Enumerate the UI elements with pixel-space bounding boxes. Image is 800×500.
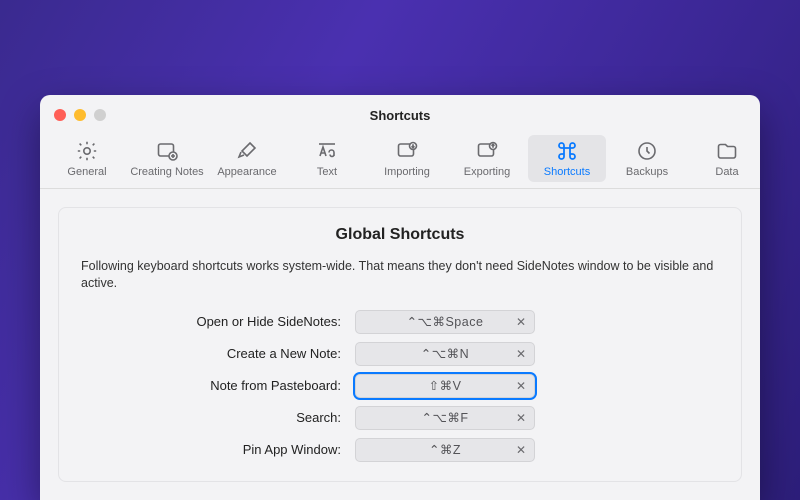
shortcut-row-pin-app-window: Pin App Window: ⌃⌘Z ✕ xyxy=(81,438,719,462)
gear-icon xyxy=(74,139,100,163)
shortcut-label: Create a New Note: xyxy=(81,346,341,361)
tab-shortcuts[interactable]: Shortcuts xyxy=(528,135,606,182)
tab-data[interactable]: Data xyxy=(688,135,760,182)
shortcut-rows: Open or Hide SideNotes: ⌃⌥⌘Space ✕ Creat… xyxy=(81,310,719,462)
tab-label: Importing xyxy=(384,166,430,178)
tab-importing[interactable]: Importing xyxy=(368,135,446,182)
clear-shortcut-button[interactable]: ✕ xyxy=(516,375,526,397)
shortcut-value: ⌃⌥⌘F xyxy=(356,410,534,425)
import-icon xyxy=(394,139,420,163)
panel-description: Following keyboard shortcuts works syste… xyxy=(81,258,719,292)
brush-icon xyxy=(234,139,260,163)
clear-shortcut-button[interactable]: ✕ xyxy=(516,439,526,461)
tab-label: Data xyxy=(715,166,738,178)
shortcut-field[interactable]: ⌃⌘Z ✕ xyxy=(355,438,535,462)
tab-general[interactable]: General xyxy=(48,135,126,182)
tab-label: Backups xyxy=(626,166,668,178)
shortcut-label: Pin App Window: xyxy=(81,442,341,457)
window-title: Shortcuts xyxy=(40,108,760,123)
shortcut-field[interactable]: ⌃⌥⌘Space ✕ xyxy=(355,310,535,334)
shortcut-field[interactable]: ⌃⌥⌘F ✕ xyxy=(355,406,535,430)
content-area: Global Shortcuts Following keyboard shor… xyxy=(40,189,760,500)
tab-backups[interactable]: Backups xyxy=(608,135,686,182)
tab-label: Creating Notes xyxy=(130,166,203,178)
shortcut-value: ⌃⌘Z xyxy=(356,442,534,457)
panel-heading: Global Shortcuts xyxy=(81,226,719,244)
tab-exporting[interactable]: Exporting xyxy=(448,135,526,182)
tab-label: General xyxy=(67,166,106,178)
clear-shortcut-button[interactable]: ✕ xyxy=(516,311,526,333)
clear-shortcut-button[interactable]: ✕ xyxy=(516,343,526,365)
note-add-icon xyxy=(154,139,180,163)
shortcut-field[interactable]: ⌃⌥⌘N ✕ xyxy=(355,342,535,366)
titlebar: Shortcuts xyxy=(40,95,760,135)
zoom-window-button[interactable] xyxy=(94,109,106,121)
shortcut-value: ⌃⌥⌘N xyxy=(356,346,534,361)
preferences-window: Shortcuts General Creating Notes xyxy=(40,95,760,500)
shortcut-label: Search: xyxy=(81,410,341,425)
global-shortcuts-panel: Global Shortcuts Following keyboard shor… xyxy=(58,207,742,482)
shortcut-label: Open or Hide SideNotes: xyxy=(81,314,341,329)
export-icon xyxy=(474,139,500,163)
shortcut-row-note-from-pasteboard: Note from Pasteboard: ⇧⌘V ✕ xyxy=(81,374,719,398)
shortcut-row-open-hide: Open or Hide SideNotes: ⌃⌥⌘Space ✕ xyxy=(81,310,719,334)
text-icon xyxy=(314,139,340,163)
clear-shortcut-button[interactable]: ✕ xyxy=(516,407,526,429)
data-folder-icon xyxy=(714,139,740,163)
tab-appearance[interactable]: Appearance xyxy=(208,135,286,182)
tab-label: Exporting xyxy=(464,166,510,178)
close-window-button[interactable] xyxy=(54,109,66,121)
shortcut-row-search: Search: ⌃⌥⌘F ✕ xyxy=(81,406,719,430)
tab-text[interactable]: Text xyxy=(288,135,366,182)
shortcut-value: ⌃⌥⌘Space xyxy=(356,314,534,329)
traffic-lights xyxy=(54,109,106,121)
shortcut-field[interactable]: ⇧⌘V ✕ xyxy=(355,374,535,398)
tab-label: Appearance xyxy=(217,166,276,178)
minimize-window-button[interactable] xyxy=(74,109,86,121)
tab-creating-notes[interactable]: Creating Notes xyxy=(128,135,206,182)
preferences-toolbar: General Creating Notes Appearance xyxy=(40,135,760,189)
tab-label: Text xyxy=(317,166,337,178)
shortcut-label: Note from Pasteboard: xyxy=(81,378,341,393)
backup-icon xyxy=(634,139,660,163)
shortcut-row-create-note: Create a New Note: ⌃⌥⌘N ✕ xyxy=(81,342,719,366)
command-icon xyxy=(554,139,580,163)
shortcut-value: ⇧⌘V xyxy=(356,378,534,393)
tab-label: Shortcuts xyxy=(544,166,590,178)
